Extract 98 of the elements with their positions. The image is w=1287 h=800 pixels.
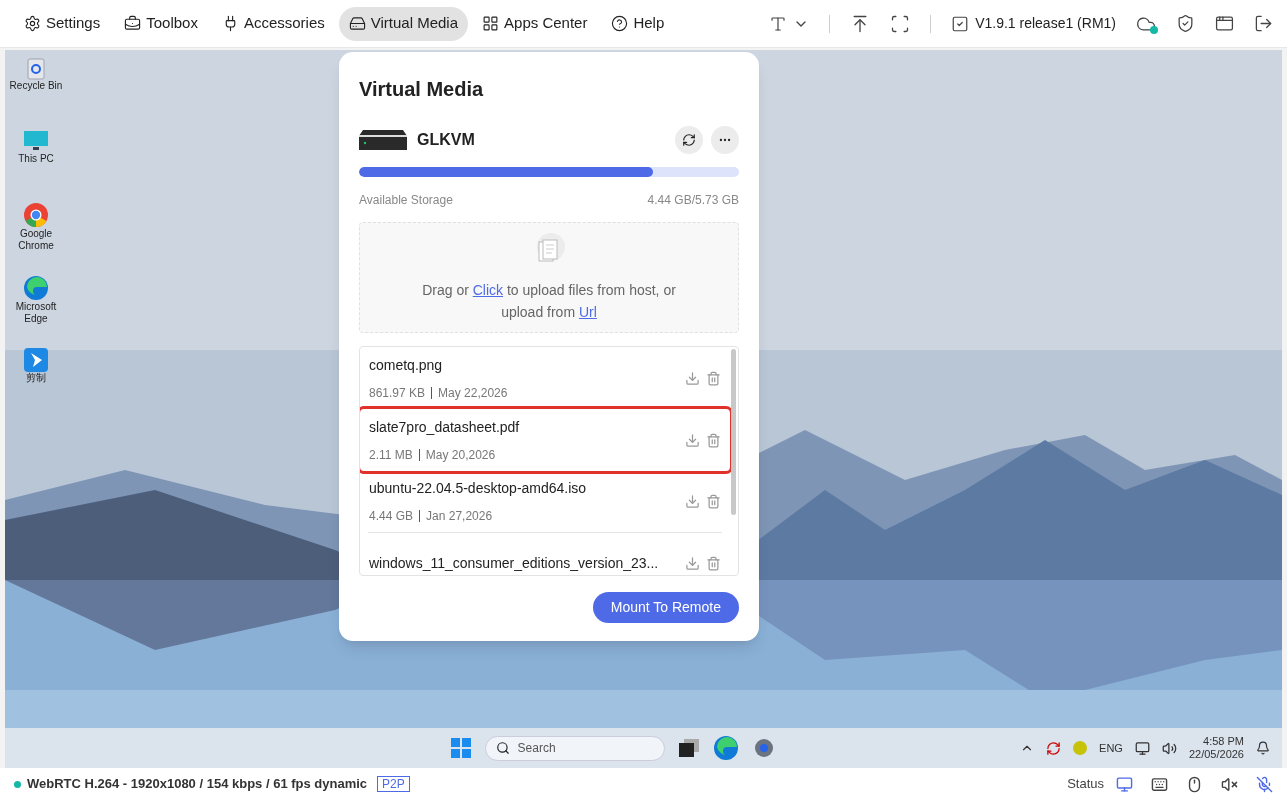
recycle-bin-icon	[25, 56, 47, 80]
download-button[interactable]	[685, 432, 700, 448]
delete-button[interactable]	[706, 432, 721, 448]
nav-tab[interactable]: Virtual Media	[338, 6, 469, 41]
download-icon	[685, 432, 700, 448]
app-icon	[24, 348, 48, 372]
file-size: 2.11 MB	[369, 446, 413, 464]
monitor-icon	[23, 129, 49, 153]
clock-time[interactable]: 4:58 PM	[1203, 735, 1244, 748]
drive-icon	[348, 15, 366, 32]
volume-icon	[1161, 740, 1177, 756]
download-icon	[685, 370, 700, 386]
device-name: GLKVM	[417, 130, 475, 150]
file-name: cometq.png	[369, 355, 444, 375]
desktop-icon-label[interactable]: Recycle Bin	[8, 80, 64, 92]
drive-icon	[359, 130, 407, 150]
dialog-title: Virtual Media	[359, 77, 485, 102]
windows-start-icon[interactable]	[450, 738, 471, 758]
network-icon	[1134, 740, 1150, 756]
file-date: May 20,2026	[425, 446, 496, 464]
file-size: 861.97 KB	[369, 384, 426, 402]
browser-icon	[23, 275, 49, 301]
window-button[interactable]	[1215, 14, 1234, 33]
file-name: ubuntu-22.04.5-desktop-amd64.iso	[369, 479, 588, 498]
desktop-icon-label[interactable]: Microsoft Edge	[8, 301, 64, 325]
nav-tab[interactable]: Accessories	[211, 6, 335, 41]
fullscreen-icon	[890, 13, 911, 34]
language-indicator[interactable]: ENG	[1099, 739, 1123, 757]
storage-reading: 4.44 GB/5.73 GB	[647, 192, 739, 209]
nav-tab[interactable]: Toolbox	[114, 6, 208, 41]
more-button[interactable]	[711, 126, 739, 154]
notification-icon	[1256, 741, 1270, 755]
browser-icon	[23, 202, 49, 228]
taskbar-search-field[interactable]: Search	[484, 735, 665, 761]
logout-button[interactable]	[1254, 14, 1273, 33]
status-label: Status	[1067, 775, 1104, 794]
stream-info: WebRTC H.264 - 1920x1080 / 154 kbps / 61 fps dynamic	[27, 775, 368, 794]
file-date: May 22,2026	[438, 384, 508, 402]
file-name: windows_11_consumer_editions_version_23...	[369, 554, 660, 573]
clock-date[interactable]: 22/05/2026	[1188, 748, 1244, 761]
status-icon[interactable]	[1073, 741, 1088, 755]
url-link[interactable]: Url	[578, 304, 597, 320]
file-row[interactable]: slate7pro_datasheet.pdf 2.11 MB May 20,2026	[360, 409, 730, 471]
upload-instructions: Drag or Click to upload files from host, or upload from Url	[421, 281, 677, 322]
file-row[interactable]: cometq.png 861.97 KB May 22,2026	[368, 347, 722, 409]
refresh-button[interactable]	[675, 126, 703, 154]
gear-icon	[24, 15, 41, 32]
nav-tab[interactable]: Settings	[14, 6, 111, 41]
search-icon	[495, 741, 510, 755]
mic-off-icon	[1256, 775, 1273, 793]
delete-icon	[706, 494, 721, 509]
shield-icon	[1176, 14, 1195, 33]
mount-button[interactable]: Mount To Remote	[592, 592, 739, 623]
shield-button[interactable]	[1176, 14, 1195, 33]
download-button[interactable]	[685, 494, 700, 509]
nav-tab[interactable]: Apps Center	[472, 6, 598, 41]
download-icon	[685, 556, 700, 571]
gear-icon[interactable]	[752, 737, 775, 759]
grid-icon	[482, 15, 500, 32]
search-placeholder: Search	[517, 740, 556, 757]
task-view-icon[interactable]	[678, 739, 699, 757]
download-button[interactable]	[685, 556, 700, 571]
storage-label: Available Storage	[359, 192, 453, 209]
connection-mode: P2P	[377, 776, 410, 792]
refresh-icon	[682, 133, 696, 147]
upload-dropzone[interactable]: Drag or Click to upload files from host, or upload from Url	[359, 222, 739, 333]
click-link[interactable]: Click	[472, 282, 504, 298]
delete-icon	[706, 432, 721, 448]
delete-icon	[706, 370, 721, 386]
keyboard-icon	[1151, 775, 1168, 793]
version-icon	[951, 14, 970, 33]
delete-icon	[706, 556, 721, 571]
window-icon	[1215, 14, 1234, 33]
mouse-icon	[1186, 775, 1203, 793]
fullscreen-button[interactable]	[890, 13, 911, 34]
file-date: Jan 27,2026	[426, 508, 493, 525]
download-button[interactable]	[685, 370, 700, 386]
sync-icon	[1046, 740, 1062, 756]
download-icon	[685, 494, 700, 509]
monitor-icon	[1116, 775, 1133, 793]
delete-button[interactable]	[706, 494, 721, 509]
nav-tab[interactable]: Help	[601, 6, 675, 41]
delete-button[interactable]	[706, 370, 721, 386]
scrollbar[interactable]	[731, 349, 736, 515]
logout-icon	[1254, 14, 1273, 33]
mute-icon	[1221, 775, 1238, 793]
delete-button[interactable]	[706, 556, 721, 571]
browser-icon	[712, 735, 739, 761]
version-label: V1.9.1 release1 (RM1)	[975, 14, 1116, 33]
file-name: slate7pro_datasheet.pdf	[369, 417, 521, 437]
toolbox-icon	[124, 15, 142, 32]
desktop-icon-label[interactable]: Google Chrome	[8, 228, 64, 252]
desktop-icon-label[interactable]: This PC	[8, 153, 64, 165]
text-icon	[769, 14, 788, 33]
desktop-icon-label[interactable]: 剪制	[8, 372, 64, 384]
file-row[interactable]: ubuntu-22.04.5-desktop-amd64.iso 4.44 GB Jan 27,2026	[368, 471, 722, 533]
file-size: 4.44 GB	[369, 508, 414, 525]
help-icon	[611, 15, 629, 32]
